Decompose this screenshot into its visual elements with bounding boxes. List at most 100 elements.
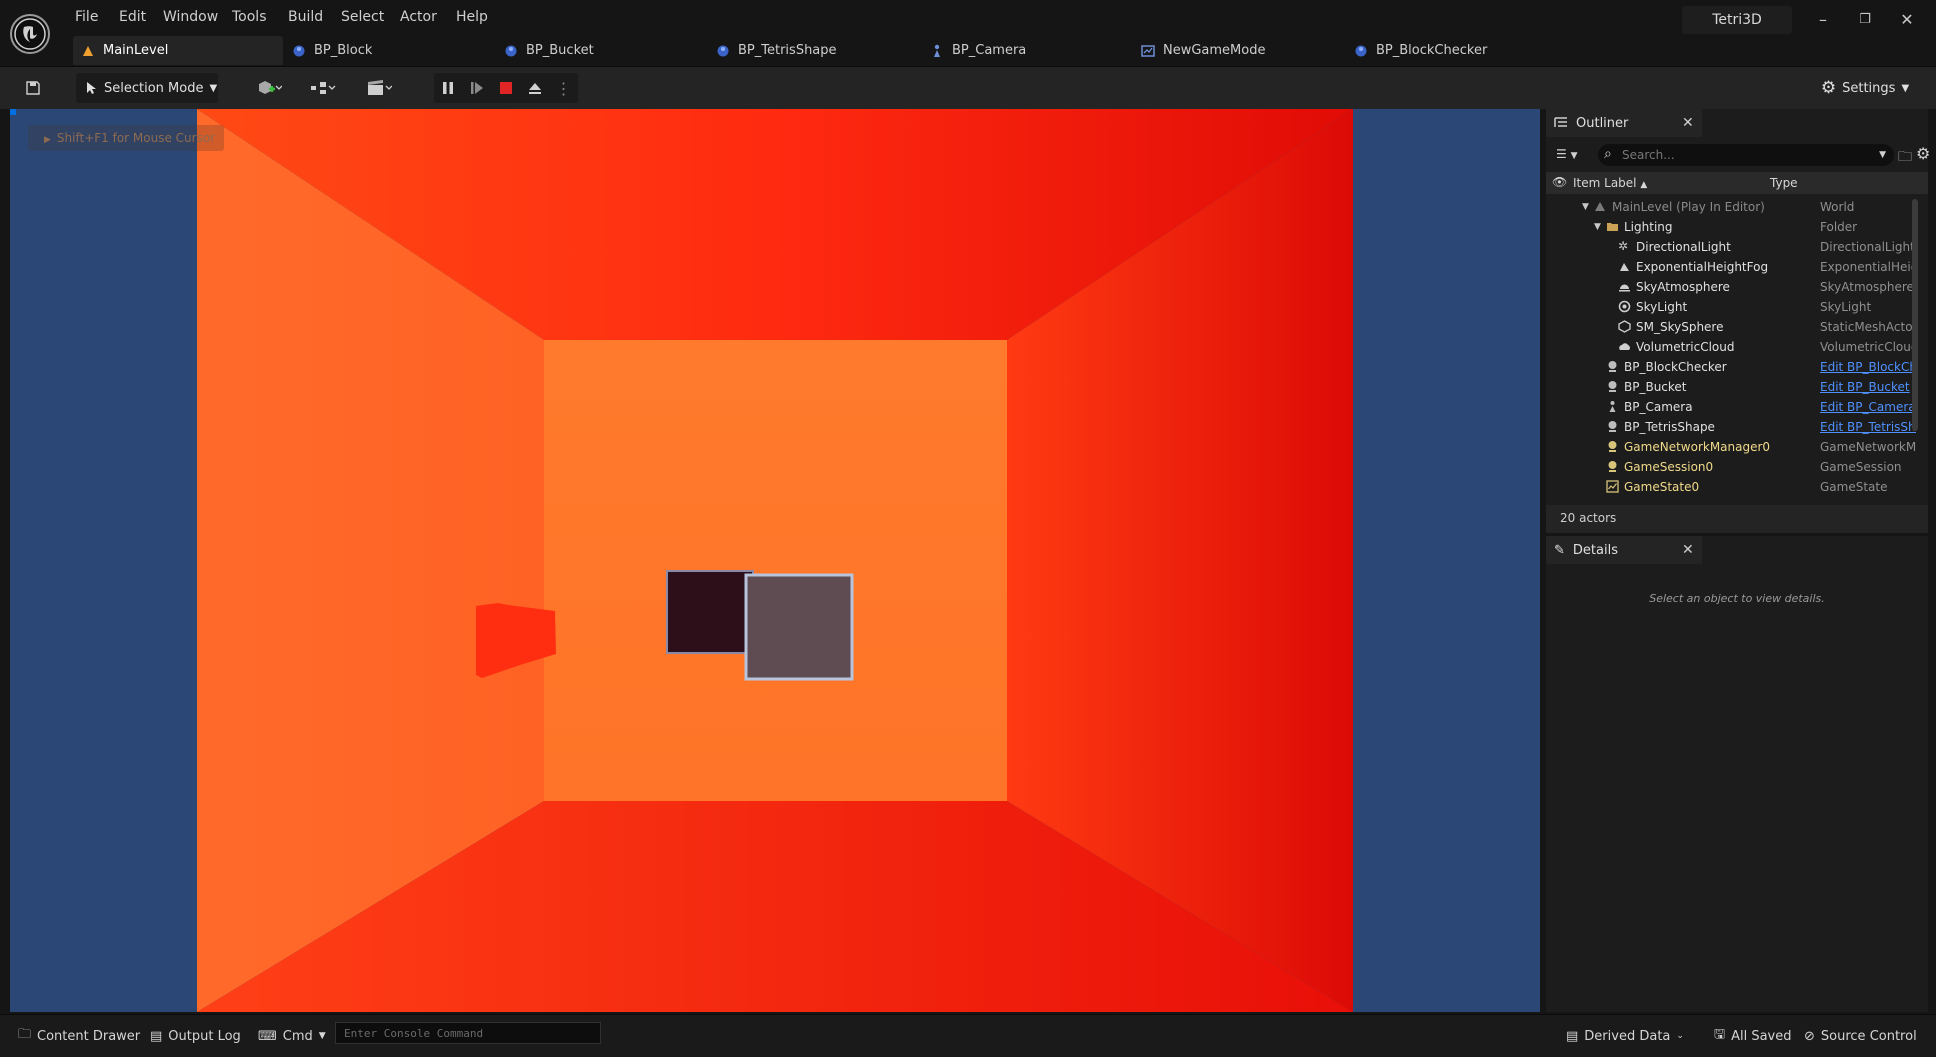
console-command-input[interactable]: Enter Console Command xyxy=(335,1022,601,1044)
restore-button[interactable]: ❐ xyxy=(1848,6,1882,34)
skylight-icon xyxy=(1618,300,1631,313)
minimize-button[interactable]: – xyxy=(1806,6,1840,34)
column-item-label[interactable]: Item Label ▲ xyxy=(1573,176,1647,190)
edit-blueprint-link[interactable]: Edit BP_TetrisShape xyxy=(1820,417,1916,437)
tab-bp-bucket[interactable]: BP_Bucket xyxy=(504,36,704,65)
tab-label: NewGameMode xyxy=(1163,43,1266,58)
close-icon[interactable]: ✕ xyxy=(1682,542,1694,558)
edit-blueprint-link[interactable]: Edit BP_BlockChecker xyxy=(1820,357,1916,377)
tab-label: BP_Camera xyxy=(952,43,1027,58)
chevron-down-icon[interactable]: ▼ xyxy=(1879,144,1886,166)
tree-row-sm-skysphere[interactable]: SM_SkySphere StaticMeshActor xyxy=(1546,317,1928,337)
filter-button[interactable]: ☰ ▼ xyxy=(1556,147,1578,161)
tab-label: BP_Bucket xyxy=(526,43,594,58)
row-label: GameState0 xyxy=(1624,480,1700,494)
tree-row-skylight[interactable]: SkyLight SkyLight xyxy=(1546,297,1928,317)
derived-data-label: Derived Data xyxy=(1584,1028,1671,1044)
blueprint-icon xyxy=(505,45,517,56)
more-options-icon[interactable]: ⋮ xyxy=(556,79,572,98)
tab-newgamemode[interactable]: NewGameMode xyxy=(1141,36,1341,65)
edit-blueprint-link[interactable]: Edit BP_Bucket xyxy=(1820,377,1916,397)
close-window-button[interactable]: ✕ xyxy=(1890,6,1924,34)
close-icon[interactable]: ✕ xyxy=(1682,115,1694,131)
menu-select[interactable]: Select xyxy=(341,9,384,25)
expand-arrow-icon[interactable]: ▼ xyxy=(1594,217,1601,237)
tab-mainlevel[interactable]: MainLevel xyxy=(73,36,283,65)
saved-icon: 🖫 xyxy=(1714,1027,1726,1042)
tree-row-mainlevel[interactable]: ▼ MainLevel (Play In Editor) World xyxy=(1546,197,1928,217)
eject-button[interactable] xyxy=(527,80,543,96)
search-icon: ⌕ xyxy=(1604,146,1612,162)
cmd-dropdown[interactable]: ⌨ Cmd ▼ xyxy=(258,1023,326,1049)
column-type[interactable]: Type xyxy=(1770,176,1798,190)
add-actor-icon xyxy=(259,81,282,94)
tab-bp-tetrisshape[interactable]: BP_TetrisShape xyxy=(716,36,916,65)
tab-details[interactable]: ✎ Details ✕ xyxy=(1546,536,1702,564)
settings-dropdown[interactable]: ⚙ Settings ▼ xyxy=(1816,73,1914,103)
camera-actor-icon xyxy=(1609,401,1616,412)
tree-row-volumetriccloud[interactable]: VolumetricCloud VolumetricCloud xyxy=(1546,337,1928,357)
tab-bp-blockchecker[interactable]: BP_BlockChecker xyxy=(1354,36,1574,65)
stop-button[interactable] xyxy=(498,80,514,96)
visibility-eye-icon[interactable]: 👁 xyxy=(1552,175,1567,189)
blueprints-button[interactable] xyxy=(302,73,344,103)
outliner-search-input[interactable]: ⌕ Search... ▼ xyxy=(1598,144,1894,166)
menu-window[interactable]: Window xyxy=(163,9,218,25)
source-control-button[interactable]: ⊘ Source Control xyxy=(1804,1023,1917,1049)
unreal-logo-icon[interactable] xyxy=(10,14,50,54)
bucket-floor xyxy=(544,340,1007,801)
save-button[interactable] xyxy=(20,73,46,103)
menu-file[interactable]: File xyxy=(75,9,98,25)
menu-actor[interactable]: Actor xyxy=(400,9,437,25)
edit-blueprint-link[interactable]: Edit BP_Camera xyxy=(1820,397,1916,417)
outliner-icon xyxy=(1554,117,1567,127)
source-control-label: Source Control xyxy=(1820,1028,1917,1044)
skip-frame-button[interactable] xyxy=(469,80,485,96)
details-panel: ✎ Details ✕ Select an object to view det… xyxy=(1546,536,1928,1012)
row-label: SM_SkySphere xyxy=(1636,320,1724,334)
menu-build[interactable]: Build xyxy=(288,9,323,25)
gear-icon[interactable]: ⚙ xyxy=(1916,144,1930,163)
menu-edit[interactable]: Edit xyxy=(119,9,146,25)
clapperboard-icon xyxy=(368,80,392,95)
cinematics-button[interactable] xyxy=(358,73,400,103)
tree-row-bp-tetrisshape[interactable]: BP_TetrisShape Edit BP_TetrisShape xyxy=(1546,417,1928,437)
tab-bp-camera[interactable]: BP_Camera xyxy=(930,36,1130,65)
outliner-title: Outliner xyxy=(1576,115,1629,131)
tree-row-directionallight[interactable]: ✲ DirectionalLight DirectionalLight xyxy=(1546,237,1928,257)
tree-row-bp-blockchecker[interactable]: BP_BlockChecker Edit BP_BlockChecker xyxy=(1546,357,1928,377)
level-viewport[interactable]: ▶ Shift+F1 for Mouse Cursor xyxy=(10,109,1540,1012)
row-label: MainLevel (Play In Editor) xyxy=(1612,200,1765,214)
tree-row-skyatmosphere[interactable]: SkyAtmosphere SkyAtmosphere xyxy=(1546,277,1928,297)
tree-row-bp-bucket[interactable]: BP_Bucket Edit BP_Bucket xyxy=(1546,377,1928,397)
tree-row-lighting-folder[interactable]: ▼ Lighting Folder xyxy=(1546,217,1928,237)
derived-data-button[interactable]: ▤ Derived Data ⌄ xyxy=(1566,1023,1684,1049)
add-folder-icon[interactable]: 🗀 xyxy=(1898,146,1912,170)
save-all-button[interactable]: 🖫 All Saved xyxy=(1714,1023,1792,1049)
background-left xyxy=(10,109,197,1012)
row-label: BP_Camera xyxy=(1624,400,1693,414)
tab-bp-block[interactable]: BP_Block xyxy=(292,36,492,65)
add-actor-button[interactable] xyxy=(248,73,290,103)
row-label: BP_BlockChecker xyxy=(1624,360,1727,374)
row-label: DirectionalLight xyxy=(1636,240,1731,254)
selection-mode-dropdown[interactable]: Selection Mode ▼ xyxy=(76,73,218,103)
outliner-scrollbar[interactable] xyxy=(1912,199,1918,431)
chevron-down-icon: ▼ xyxy=(318,1031,326,1041)
tab-outliner[interactable]: Outliner ✕ xyxy=(1546,109,1702,137)
tree-row-gamesession[interactable]: GameSession0 GameSession xyxy=(1546,457,1928,477)
tree-row-gamestate[interactable]: GameState0 GameState xyxy=(1546,477,1928,497)
tree-row-bp-camera[interactable]: BP_Camera Edit BP_Camera xyxy=(1546,397,1928,417)
output-log-button[interactable]: ▤ Output Log xyxy=(150,1023,241,1049)
world-icon xyxy=(1595,202,1605,211)
tree-row-exponentialheightfog[interactable]: ExponentialHeightFog ExponentialHeightFo… xyxy=(1546,257,1928,277)
tree-row-gamenetworkmanager[interactable]: GameNetworkManager0 GameNetworkManager xyxy=(1546,437,1928,457)
details-title: Details xyxy=(1572,542,1618,558)
hint-label: Shift+F1 for Mouse Cursor xyxy=(56,131,216,145)
pause-button[interactable] xyxy=(440,80,456,96)
content-drawer-button[interactable]: 🗀 Content Drawer xyxy=(18,1023,140,1049)
row-label: GameSession0 xyxy=(1624,460,1714,474)
expand-arrow-icon[interactable]: ▼ xyxy=(1582,197,1589,217)
menu-help[interactable]: Help xyxy=(456,9,488,25)
menu-tools[interactable]: Tools xyxy=(232,9,267,25)
